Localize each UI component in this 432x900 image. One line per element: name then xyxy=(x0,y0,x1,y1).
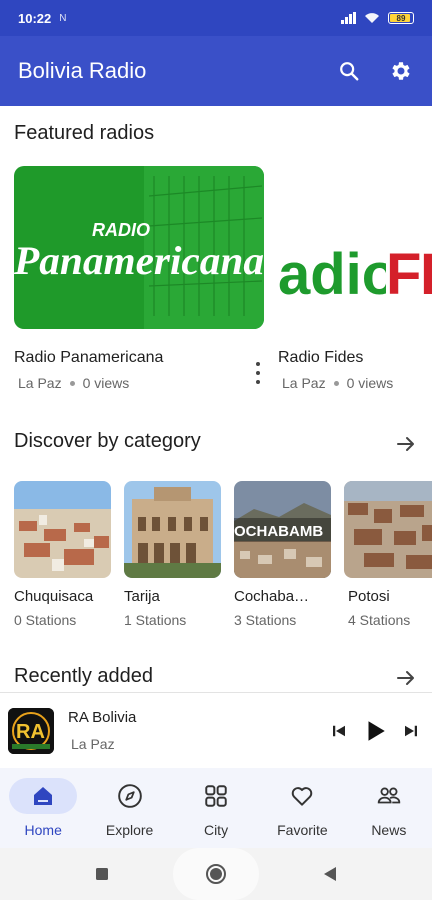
nav-label: News xyxy=(371,822,407,838)
app-title: Bolivia Radio xyxy=(18,58,147,83)
home-circle-icon xyxy=(206,864,226,884)
featured-title: Featured radios xyxy=(14,122,155,144)
player-subtitle: La Paz xyxy=(71,736,115,752)
featured-meta: La Paz 0 views xyxy=(18,375,264,391)
category-count: 1 Stations xyxy=(124,612,187,628)
svg-text:I: I xyxy=(420,242,432,307)
featured-views: 0 views xyxy=(82,375,130,391)
nav-label: Home xyxy=(24,822,62,838)
featured-city: La Paz xyxy=(18,375,62,391)
search-icon[interactable] xyxy=(336,58,362,84)
nav-label: City xyxy=(203,822,229,838)
fides-logo: adioFi F I xyxy=(278,166,432,329)
home-button[interactable] xyxy=(173,848,259,900)
featured-card-fides[interactable]: adioFi F I Radio Fides La Paz 0 views xyxy=(278,166,432,391)
battery-icon: 89 xyxy=(388,12,414,24)
compass-icon xyxy=(117,784,142,808)
separator-dot xyxy=(333,380,339,386)
category-name: Potosi xyxy=(348,588,390,605)
category-count: 0 Stations xyxy=(14,612,77,628)
featured-city: La Paz xyxy=(282,375,326,391)
potosi-image xyxy=(344,481,432,578)
heart-icon xyxy=(292,787,313,806)
featured-card-panamericana[interactable]: RADIO Panamericana Radio Panamericana La… xyxy=(14,166,264,391)
nav-label: Explore xyxy=(105,822,154,838)
player-title: RA Bolivia xyxy=(68,709,137,726)
app-bar: Bolivia Radio xyxy=(0,36,432,106)
wifi-icon xyxy=(365,13,379,23)
category-name: Cochaba… xyxy=(234,588,310,605)
featured-views: 0 views xyxy=(346,375,394,391)
nav-explore[interactable]: Explore xyxy=(86,768,172,848)
featured-name: Radio Fides xyxy=(278,349,364,366)
tarija-image xyxy=(124,481,221,578)
home-icon xyxy=(34,787,53,805)
category-count: 3 Stations xyxy=(234,612,297,628)
signal-icon xyxy=(341,12,356,24)
more-options-icon[interactable] xyxy=(256,362,262,384)
player-station-logo: RA xyxy=(8,707,54,754)
svg-text:OCHABAMB: OCHABAMB xyxy=(234,523,323,540)
gear-icon[interactable] xyxy=(388,58,414,84)
category-card-tarija[interactable]: Tarija 1 Stations xyxy=(124,481,221,628)
status-time: 10:22 xyxy=(18,10,52,26)
skip-next-icon[interactable] xyxy=(402,722,420,740)
arrow-right-icon[interactable] xyxy=(394,432,418,456)
arrow-right-icon[interactable] xyxy=(394,666,418,690)
featured-list: RADIO Panamericana Radio Panamericana La… xyxy=(14,166,432,396)
svg-text:RADIO: RADIO xyxy=(92,220,150,240)
back-icon[interactable] xyxy=(323,866,337,882)
separator-dot xyxy=(69,380,75,386)
status-indicators: 89 xyxy=(341,12,414,24)
people-icon xyxy=(377,787,401,804)
skip-previous-icon[interactable] xyxy=(330,722,348,740)
chuquisaca-image xyxy=(14,481,111,578)
category-card-cochabamba[interactable]: OCHABAMB Cochaba… 3 Stations xyxy=(234,481,331,628)
svg-text:RA: RA xyxy=(16,721,45,743)
svg-text:Panamericana: Panamericana xyxy=(14,238,264,283)
nav-news[interactable]: News xyxy=(346,768,432,848)
nav-favorite[interactable]: Favorite xyxy=(259,768,345,848)
play-icon[interactable] xyxy=(362,718,388,744)
panamericana-logo: RADIO Panamericana xyxy=(14,166,264,329)
recent-title: Recently added xyxy=(14,665,153,687)
bottom-navigation: Home Explore City Favorite News xyxy=(0,768,432,848)
nav-city[interactable]: City xyxy=(173,768,259,848)
notification-icon: N xyxy=(59,12,67,24)
category-card-potosi[interactable]: Potosi 4 Stations xyxy=(344,481,432,628)
nav-home[interactable]: Home xyxy=(0,768,86,848)
cochabamba-image: OCHABAMB xyxy=(234,481,331,578)
nav-label: Favorite xyxy=(277,822,328,838)
category-name: Tarija xyxy=(124,588,160,605)
featured-meta: La Paz 0 views xyxy=(282,375,432,391)
category-list: Chuquisaca 0 Stations Tarija 1 Stations xyxy=(14,481,432,641)
category-name: Chuquisaca xyxy=(14,588,94,605)
category-count: 4 Stations xyxy=(348,612,411,628)
recents-icon[interactable] xyxy=(95,867,109,881)
mini-player[interactable]: RA RA Bolivia La Paz xyxy=(0,692,432,768)
category-title: Discover by category xyxy=(14,430,201,452)
grid-icon xyxy=(205,785,227,807)
category-card-chuquisaca[interactable]: Chuquisaca 0 Stations xyxy=(14,481,111,628)
status-bar: 10:22 N 89 xyxy=(0,0,432,36)
featured-name: Radio Panamericana xyxy=(14,349,164,366)
battery-level: 89 xyxy=(396,13,406,23)
svg-text:F: F xyxy=(386,242,421,307)
system-navigation-bar xyxy=(0,848,432,900)
